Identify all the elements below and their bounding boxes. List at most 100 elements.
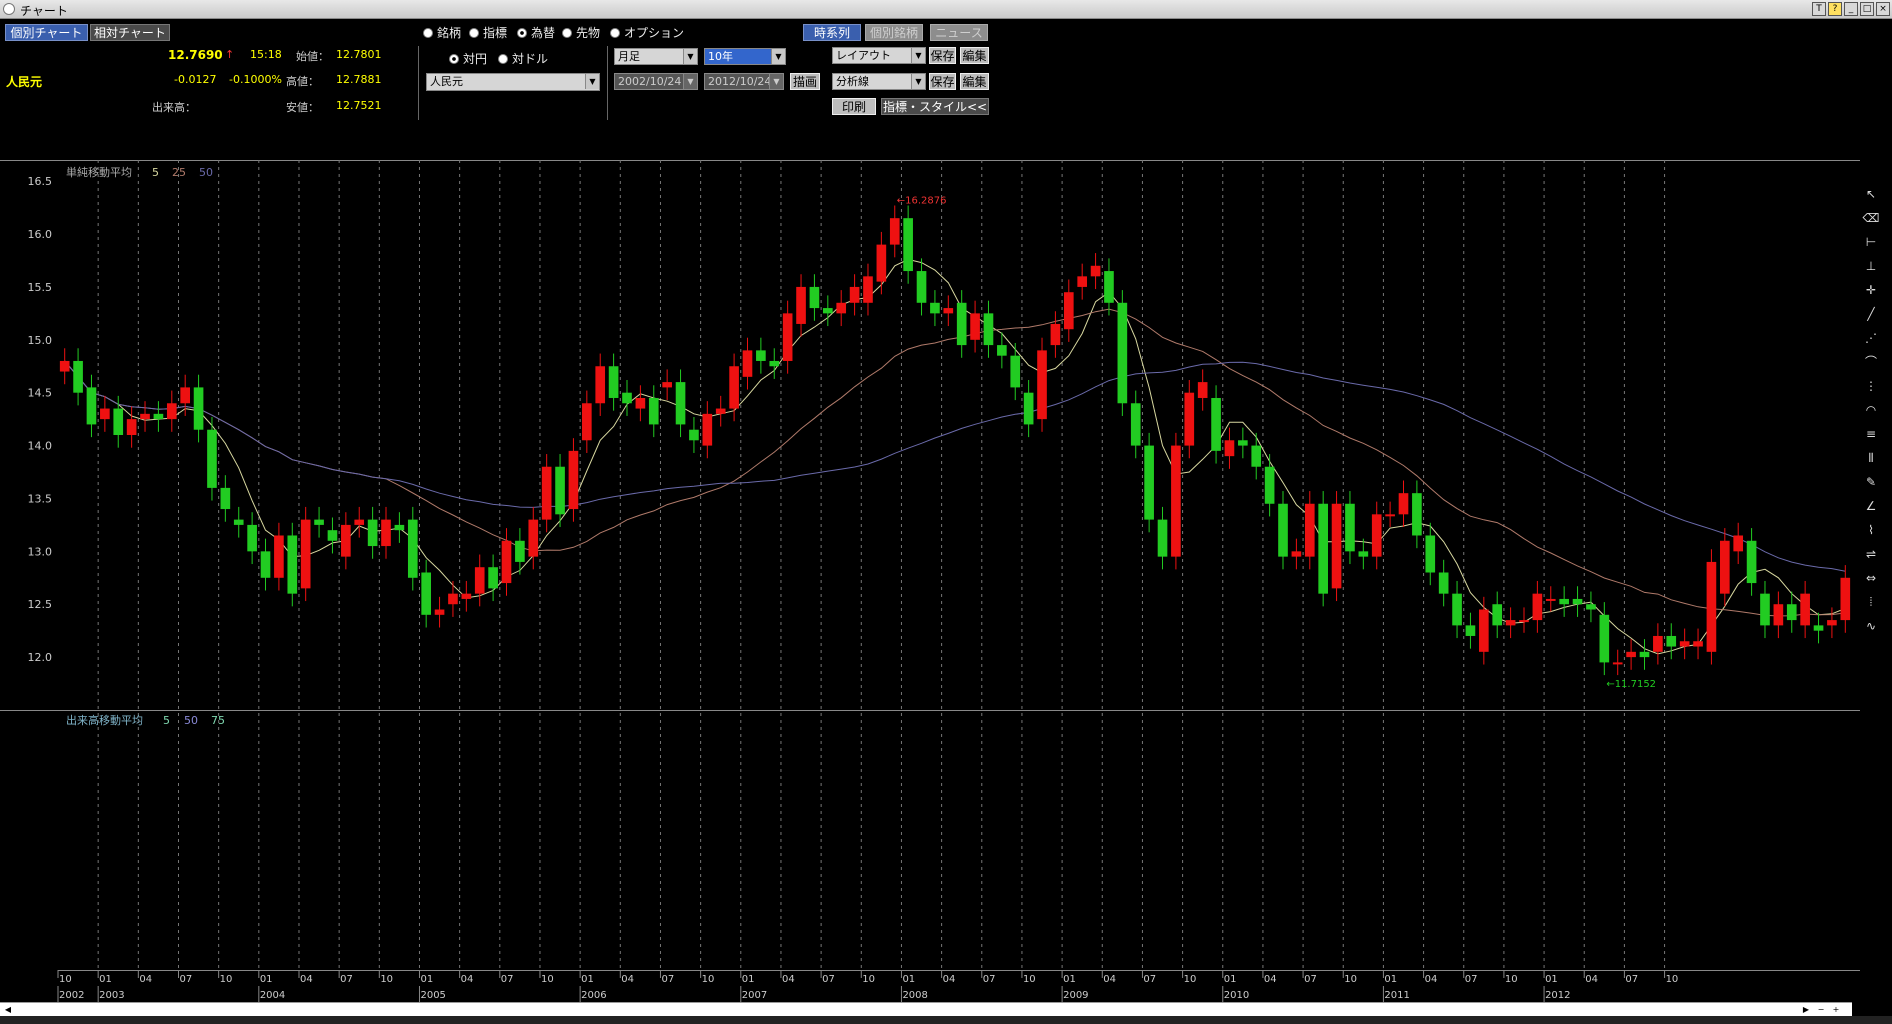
chevron-down-icon[interactable]: ▼ [769, 74, 783, 89]
candle-body [608, 366, 619, 398]
radio-forex[interactable]: 為替 [517, 24, 555, 41]
date-from-field[interactable]: 2002/10/24 ▼ [614, 73, 698, 90]
range-select-value: 10年 [708, 50, 733, 63]
range-select[interactable]: 10年 ▼ [704, 48, 786, 65]
candle-body [635, 397, 646, 409]
chevron-down-icon[interactable]: ▼ [683, 49, 697, 64]
close-button[interactable]: × [1876, 2, 1890, 16]
tab-individual-chart[interactable]: 個別チャート [5, 24, 88, 41]
radio-futures[interactable]: 先物 [562, 24, 600, 41]
trend-line-icon[interactable]: ╱ [1860, 305, 1882, 323]
scroll-right-icon[interactable]: ▶ [1800, 1004, 1812, 1016]
candle-body [1786, 604, 1797, 621]
x-tick-label: 10 [220, 974, 233, 985]
scroll-left-icon[interactable]: ◀ [2, 1004, 14, 1016]
x-tick-label: 07 [179, 974, 192, 985]
candle-body [180, 387, 191, 404]
radio-vs-dollar[interactable]: 対ドル [498, 50, 548, 67]
open-label: 始値： [296, 50, 329, 63]
zoom-in-icon[interactable]: + [1830, 1004, 1842, 1016]
volume-legend-title: 出来高移動平均 [66, 713, 143, 727]
zigzag-icon[interactable]: ⌇ [1860, 521, 1882, 539]
gann-fan-icon[interactable]: ∠ [1860, 497, 1882, 515]
layout-edit-button[interactable]: 編集 [960, 47, 989, 64]
y-tick-label: 16.5 [28, 175, 53, 188]
candle-body [100, 408, 110, 420]
x-tick-label: 01 [1384, 974, 1397, 985]
horizontal-line-icon[interactable]: ⊢ [1860, 233, 1882, 251]
radio-vs-yen[interactable]: 対円 [449, 50, 487, 67]
layout-save-button[interactable]: 保存 [929, 47, 956, 64]
price-chart[interactable]: 16.5 16.0 15.5 15.0 14.5 14.0 13.5 13.0 12.5 12.0… [0, 160, 1860, 1002]
candle-body [260, 551, 271, 578]
text-mode-button[interactable]: T [1812, 2, 1826, 16]
candle-body [1130, 403, 1141, 446]
chevron-down-icon[interactable]: ▼ [585, 74, 599, 89]
wave-icon[interactable]: ∿ [1860, 617, 1882, 635]
pencil-icon[interactable]: ✎ [1860, 473, 1882, 491]
fibonacci-fan-icon[interactable]: ⋮ [1860, 377, 1882, 395]
layout-select-value: レイアウト [836, 49, 891, 62]
year-label: 2005 [420, 990, 445, 1001]
analysis-edit-button[interactable]: 編集 [960, 73, 989, 90]
minimize-button[interactable]: _ [1844, 2, 1858, 16]
maximize-button[interactable]: □ [1860, 2, 1874, 16]
eraser-icon[interactable]: ⌫ [1860, 209, 1882, 227]
fan-lines-icon[interactable]: ⋰ [1860, 329, 1882, 347]
analysis-select[interactable]: 分析線 ▼ [832, 73, 926, 90]
candle-body [863, 276, 873, 303]
chevron-down-icon[interactable]: ▼ [911, 48, 925, 63]
fibonacci-arc-icon[interactable]: ◠ [1860, 401, 1882, 419]
layout-select[interactable]: レイアウト ▼ [832, 47, 926, 64]
timeseries-button[interactable]: 時系列 [803, 24, 861, 41]
currency-select[interactable]: 人民元 ▼ [426, 73, 600, 91]
candle-body [1278, 503, 1288, 557]
chevron-down-icon[interactable]: ▼ [683, 74, 697, 89]
horizontal-scrollbar[interactable]: ◀ ▶ − + [0, 1002, 1852, 1017]
x-tick-label: 01 [1063, 974, 1076, 985]
date-to-field[interactable]: 2012/10/24 ▼ [704, 73, 784, 90]
crosshair-icon[interactable]: ✛ [1860, 281, 1882, 299]
x-tick-label: 10 [1344, 974, 1357, 985]
zoom-out-icon[interactable]: − [1815, 1004, 1827, 1016]
arc-icon[interactable]: ⌒ [1860, 353, 1882, 371]
candle-body [568, 450, 579, 510]
cycle-lines-icon[interactable]: ⦙ [1860, 593, 1882, 611]
parallel-icon[interactable]: ⇔ [1860, 569, 1882, 587]
indicator-style-button[interactable]: 指標・スタイル<< [881, 98, 989, 115]
candle-body [930, 302, 940, 314]
vertical-line-icon[interactable]: ⊥ [1860, 257, 1882, 275]
x-tick-label: 01 [742, 974, 755, 985]
candle-body [796, 286, 806, 324]
channel-icon[interactable]: ⇌ [1860, 545, 1882, 563]
help-button[interactable]: ? [1828, 2, 1842, 16]
cursor-icon[interactable]: ↖ [1860, 185, 1882, 203]
candle-body [327, 530, 338, 541]
x-tick-label: 10 [59, 974, 72, 985]
chevron-down-icon[interactable]: ▼ [911, 74, 925, 89]
x-tick-label: 04 [139, 974, 152, 985]
candle-body [140, 413, 150, 420]
news-button[interactable]: ニュース [930, 24, 988, 41]
time-zones-icon[interactable]: ⦀ [1860, 449, 1882, 467]
candle-body [501, 540, 512, 584]
radio-index[interactable]: 指標 [469, 24, 507, 41]
candle-body [1345, 503, 1355, 552]
retracement-icon[interactable]: ≡ [1860, 425, 1882, 443]
analysis-save-button[interactable]: 保存 [929, 73, 956, 90]
radio-stock[interactable]: 銘柄 [423, 24, 461, 41]
tab-relative-chart[interactable]: 相対チャート [90, 24, 170, 41]
candle-body [314, 519, 324, 525]
candle-body [421, 572, 431, 615]
candle-body [1171, 445, 1181, 557]
candle-body [1010, 355, 1021, 388]
candle-body [956, 302, 967, 346]
draw-button[interactable]: 描画 [790, 73, 820, 90]
radio-options[interactable]: オプション [610, 24, 684, 41]
chevron-down-icon[interactable]: ▼ [771, 49, 785, 64]
individual-stock-button[interactable]: 個別銘柄 [865, 24, 923, 41]
print-button[interactable]: 印刷 [832, 98, 876, 115]
candle-body [488, 567, 498, 589]
period-select[interactable]: 月足 ▼ [614, 48, 698, 65]
x-tick-label: 07 [822, 974, 835, 985]
